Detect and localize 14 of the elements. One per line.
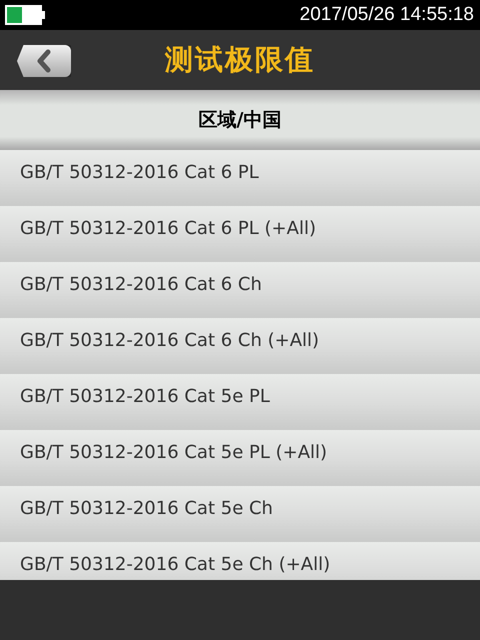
list-item[interactable]: GB/T 50312-2016 Cat 5e Ch — [0, 486, 480, 542]
section-title: 区域/中国 — [198, 108, 282, 133]
list-item[interactable]: GB/T 50312-2016 Cat 6 PL (+All) — [0, 206, 480, 262]
list-item[interactable]: GB/T 50312-2016 Cat 5e PL — [0, 374, 480, 430]
status-datetime: 2017/05/26 14:55:18 — [300, 2, 474, 27]
list-item[interactable]: GB/T 50312-2016 Cat 5e PL (+All) — [0, 430, 480, 486]
battery-icon — [5, 5, 45, 25]
list-item[interactable]: GB/T 50312-2016 Cat 6 Ch — [0, 262, 480, 318]
list-item[interactable]: GB/T 50312-2016 Cat 6 PL — [0, 150, 480, 206]
list-item[interactable]: GB/T 50312-2016 Cat 6 Ch (+All) — [0, 318, 480, 374]
back-button[interactable] — [17, 45, 71, 77]
list-item[interactable]: GB/T 50312-2016 Cat 5e Ch (+All) — [0, 542, 480, 580]
page-title: 测试极限值 — [165, 42, 315, 78]
chevron-left-icon — [36, 49, 52, 73]
